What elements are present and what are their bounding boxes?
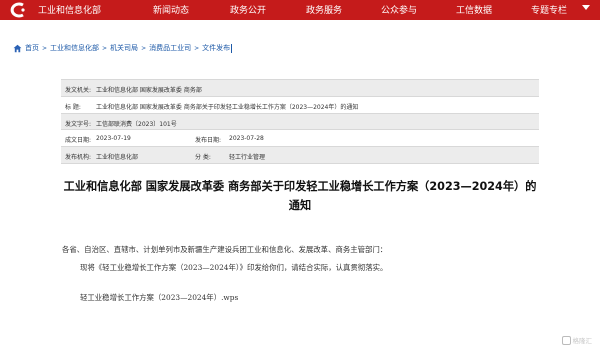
top-navigation-bar: 工业和信息化部 新闻动态 政务公开 政务服务 公众参与 工信数据 专题专栏: [0, 0, 600, 20]
info-row-org-category: 发布机构: 工业和信息化部 分 类: 轻工行业管理: [61, 147, 539, 164]
breadcrumb-consumer-goods-dept[interactable]: 消费品工业司: [149, 43, 191, 53]
issuer-label: 发文机关:: [65, 87, 92, 94]
issuer-value: 工业和信息化部 国家发展改革委 商务部: [96, 87, 202, 94]
document-info-table: 发文机关: 工业和信息化部 国家发展改革委 商务部 标 题: 工业和信息化部 国…: [61, 79, 539, 164]
ministry-logo-icon[interactable]: [8, 2, 28, 18]
doc-number-value: 工信部联消费〔2023〕101号: [96, 120, 177, 128]
watermark-logo-icon: [561, 335, 571, 345]
watermark-text: 格隆汇: [572, 337, 593, 345]
published-date-value: 2023-07-28: [229, 135, 264, 143]
info-row-title: 标 题: 工业和信息化部 国家发展改革委 商务部关于印发轻工业稳增长工作方案（2…: [61, 97, 539, 114]
nav-government-services[interactable]: 政务服务: [306, 3, 342, 16]
breadcrumb: 首页 > 工业和信息化部 > 机关司局 > 消费品工业司 > 文件发布: [13, 42, 233, 54]
text-cursor: [231, 43, 233, 53]
category-value: 轻工行业管理: [229, 154, 266, 162]
breadcrumb-separator-icon: >: [42, 44, 48, 52]
site-name[interactable]: 工业和信息化部: [38, 3, 101, 16]
article-title: 工业和信息化部 国家发展改革委 商务部关于印发轻工业稳增长工作方案（2023—2…: [63, 180, 537, 212]
attachment-link[interactable]: 轻工业稳增长工作方案（2023—2024年）.wps: [80, 292, 238, 303]
created-date-label: 成文日期:: [65, 137, 92, 145]
info-row-doc-number: 发文字号: 工信部联消费〔2023〕101号: [61, 113, 539, 131]
nav-government-affairs[interactable]: 政务公开: [230, 3, 266, 16]
breadcrumb-home[interactable]: 首页: [25, 43, 39, 53]
breadcrumb-separator-icon: >: [141, 44, 147, 52]
nav-special-topics[interactable]: 专题专栏: [531, 3, 567, 16]
publishing-org-value: 工业和信息化部: [96, 154, 139, 162]
watermark: 格隆汇: [561, 335, 593, 345]
chevron-down-icon[interactable]: [582, 5, 590, 10]
breadcrumb-separator-icon: >: [194, 44, 200, 52]
info-row-issuer: 发文机关: 工业和信息化部 国家发展改革委 商务部: [61, 80, 539, 97]
article-paragraph: 现将《轻工业稳增长工作方案（2023—2024年）》印发给你们，请结合实际，认真…: [80, 263, 388, 272]
info-row-dates: 成文日期: 2023-07-19 发布日期: 2023-07-28: [61, 130, 539, 148]
category-label: 分 类:: [195, 154, 211, 162]
breadcrumb-document-release[interactable]: 文件发布: [202, 43, 230, 53]
title-value: 工业和信息化部 国家发展改革委 商务部关于印发轻工业稳增长工作方案（2023—2…: [96, 103, 359, 111]
nav-industry-data[interactable]: 工信数据: [456, 3, 492, 16]
nav-public-participation[interactable]: 公众参与: [381, 3, 417, 16]
breadcrumb-ministry[interactable]: 工业和信息化部: [50, 43, 99, 53]
home-icon: [13, 44, 22, 52]
nav-news[interactable]: 新闻动态: [153, 3, 189, 16]
publishing-org-label: 发布机构:: [65, 154, 92, 162]
published-date-label: 发布日期:: [195, 137, 222, 145]
article-salutation: 各省、自治区、直辖市、计划单列市及新疆生产建设兵团工业和信息化、发展改革、商务主…: [62, 245, 388, 254]
created-date-value: 2023-07-19: [96, 135, 131, 143]
title-label: 标 题:: [65, 103, 81, 111]
breadcrumb-departments[interactable]: 机关司局: [110, 43, 138, 53]
doc-number-label: 发文字号:: [65, 120, 92, 128]
breadcrumb-separator-icon: >: [102, 44, 108, 52]
